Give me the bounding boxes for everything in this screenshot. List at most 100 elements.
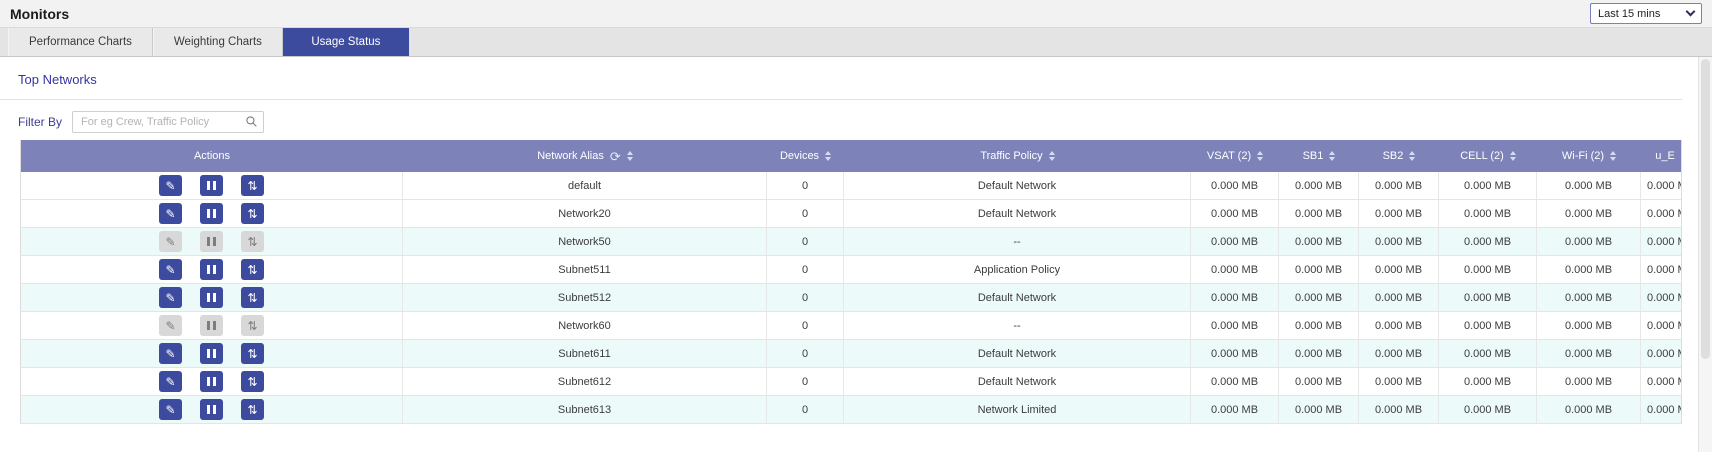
actions-cell: ✎ ⇅: [21, 340, 403, 367]
pause-icon: [207, 293, 216, 302]
pause-icon: [207, 321, 216, 330]
pause-button[interactable]: [200, 175, 223, 196]
metric-cell: 0.000 MB: [1537, 228, 1641, 255]
column-header-sb1[interactable]: SB1: [1279, 140, 1359, 172]
metric-cell: 0.000 MB: [1537, 396, 1641, 423]
column-header-cell[interactable]: CELL (2): [1439, 140, 1537, 172]
table-row: ✎ ⇅ Network60 0 -- 0.000 MB 0.000 MB 0.0…: [21, 312, 1681, 340]
edit-button[interactable]: ✎: [159, 203, 182, 224]
column-header-sb2[interactable]: SB2: [1359, 140, 1439, 172]
up-down-arrows-icon: ⇅: [247, 236, 257, 248]
edit-button[interactable]: ✎: [159, 287, 182, 308]
column-header-traffic-policy[interactable]: Traffic Policy: [844, 140, 1191, 172]
metric-cell: 0.000 MB: [1359, 228, 1439, 255]
pause-button[interactable]: [200, 231, 223, 252]
metric-cell: 0.000 MB: [1359, 396, 1439, 423]
search-icon[interactable]: [245, 115, 258, 133]
table-row: ✎ ⇅ default 0 Default Network 0.000 MB 0…: [21, 172, 1681, 200]
column-header-devices[interactable]: Devices: [767, 140, 844, 172]
tab-performance-charts[interactable]: Performance Charts: [8, 28, 153, 56]
edit-button[interactable]: ✎: [159, 343, 182, 364]
metric-cell: 0.000 MB: [1439, 396, 1537, 423]
edit-button[interactable]: ✎: [159, 371, 182, 392]
pause-button[interactable]: [200, 399, 223, 420]
edit-button[interactable]: ✎: [159, 175, 182, 196]
tab-usage-status[interactable]: Usage Status: [283, 28, 409, 56]
table-row: ✎ ⇅ Network20 0 Default Network 0.000 MB…: [21, 200, 1681, 228]
pause-button[interactable]: [200, 371, 223, 392]
pencil-icon: ✎: [165, 320, 175, 332]
pause-icon: [207, 209, 216, 218]
edit-button[interactable]: ✎: [159, 231, 182, 252]
traffic-priority-button[interactable]: ⇅: [241, 231, 264, 252]
sort-icon[interactable]: [825, 151, 831, 161]
metric-cell: 0.000 MB: [1359, 340, 1439, 367]
pause-button[interactable]: [200, 315, 223, 336]
traffic-priority-button[interactable]: ⇅: [241, 315, 264, 336]
pause-icon: [207, 181, 216, 190]
column-label: Devices: [780, 150, 819, 162]
traffic-priority-button[interactable]: ⇅: [241, 203, 264, 224]
table-row: ✎ ⇅ Subnet613 0 Network Limited 0.000 MB…: [21, 396, 1681, 424]
sort-icon[interactable]: [1257, 151, 1263, 161]
devices-cell: 0: [767, 256, 844, 283]
sort-icon[interactable]: [1610, 151, 1616, 161]
refresh-icon[interactable]: ⟳: [610, 150, 621, 163]
filter-input[interactable]: [72, 111, 264, 133]
usage-status-panel: Top Networks Filter By Actions: [0, 57, 1682, 452]
metric-cell: 0.000 MB: [1191, 340, 1279, 367]
up-down-arrows-icon: ⇅: [247, 180, 257, 192]
pause-icon: [207, 405, 216, 414]
pause-button[interactable]: [200, 343, 223, 364]
traffic-priority-button[interactable]: ⇅: [241, 343, 264, 364]
metric-cell: 0.000 MB: [1641, 200, 1681, 227]
column-header-vsat[interactable]: VSAT (2): [1191, 140, 1279, 172]
filter-input-wrap: [72, 111, 264, 133]
pause-button[interactable]: [200, 287, 223, 308]
metrics-cells: 0.000 MB 0.000 MB 0.000 MB 0.000 MB 0.00…: [1191, 200, 1681, 227]
pause-button[interactable]: [200, 259, 223, 280]
devices-cell: 0: [767, 340, 844, 367]
traffic-priority-button[interactable]: ⇅: [241, 259, 264, 280]
devices-cell: 0: [767, 284, 844, 311]
metric-cell: 0.000 MB: [1359, 284, 1439, 311]
edit-button[interactable]: ✎: [159, 259, 182, 280]
vertical-scrollbar-track[interactable]: [1698, 57, 1712, 452]
traffic-policy-cell: Default Network: [844, 172, 1191, 199]
traffic-policy-cell: Default Network: [844, 200, 1191, 227]
sort-icon[interactable]: [1409, 151, 1415, 161]
actions-cell: ✎ ⇅: [21, 284, 403, 311]
metrics-cells: 0.000 MB 0.000 MB 0.000 MB 0.000 MB 0.00…: [1191, 396, 1681, 423]
actions-cell: ✎ ⇅: [21, 172, 403, 199]
metric-cell: 0.000 MB: [1537, 256, 1641, 283]
edit-button[interactable]: ✎: [159, 399, 182, 420]
column-header-u-e[interactable]: u_E: [1641, 140, 1681, 172]
vertical-scrollbar-thumb[interactable]: [1701, 59, 1710, 359]
chevron-down-icon: [1686, 7, 1696, 17]
sort-icon[interactable]: [1510, 151, 1516, 161]
metric-cell: 0.000 MB: [1279, 172, 1359, 199]
column-header-wifi[interactable]: Wi-Fi (2): [1537, 140, 1641, 172]
traffic-priority-button[interactable]: ⇅: [241, 175, 264, 196]
metric-cell: 0.000 MB: [1359, 256, 1439, 283]
metric-cell: 0.000 MB: [1439, 256, 1537, 283]
column-label: Wi-Fi (2): [1562, 150, 1604, 162]
traffic-priority-button[interactable]: ⇅: [241, 371, 264, 392]
pause-icon: [207, 237, 216, 246]
column-label: SB1: [1303, 150, 1324, 162]
tab-weighting-charts[interactable]: Weighting Charts: [153, 28, 283, 56]
column-label: CELL (2): [1460, 150, 1504, 162]
metric-cell: 0.000 MB: [1279, 368, 1359, 395]
pause-button[interactable]: [200, 203, 223, 224]
metric-cell: 0.000 MB: [1537, 368, 1641, 395]
traffic-priority-button[interactable]: ⇅: [241, 287, 264, 308]
sort-icon[interactable]: [1049, 151, 1055, 161]
time-range-dropdown[interactable]: Last 15 mins: [1590, 3, 1702, 24]
network-alias-cell: Subnet611: [403, 340, 767, 367]
column-header-network-alias[interactable]: Network Alias ⟳: [403, 140, 767, 172]
traffic-priority-button[interactable]: ⇅: [241, 399, 264, 420]
sort-icon[interactable]: [1329, 151, 1335, 161]
edit-button[interactable]: ✎: [159, 315, 182, 336]
up-down-arrows-icon: ⇅: [247, 404, 257, 416]
sort-icon[interactable]: [627, 151, 633, 161]
